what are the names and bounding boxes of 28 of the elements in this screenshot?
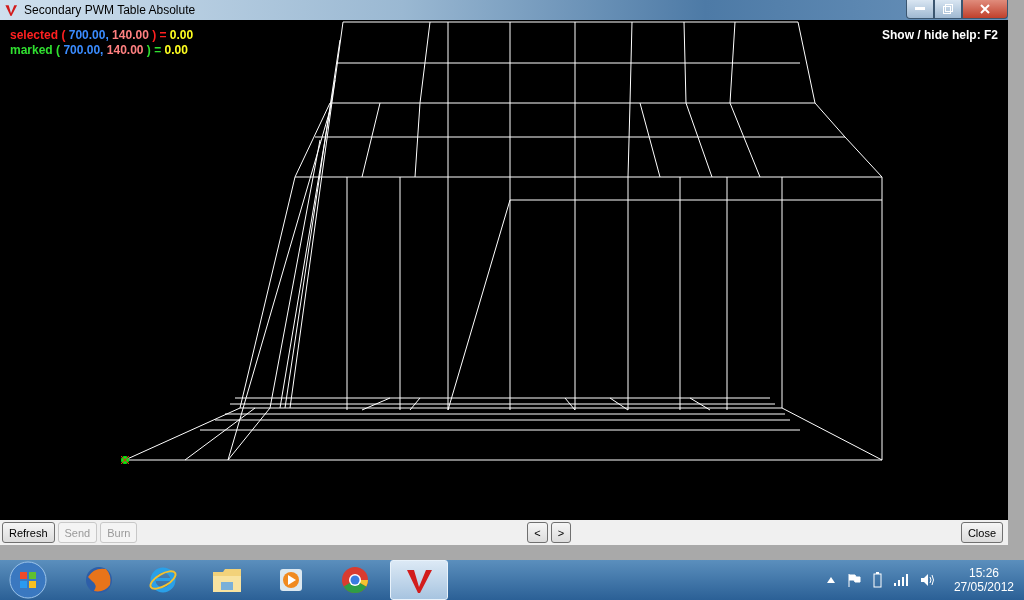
cell-readout: selected ( 700.00, 140.00 ) = 0.00 [10,28,194,42]
e-letter-icon[interactable] [148,565,178,595]
restore-icon [943,4,953,14]
folder-icon[interactable] [211,566,243,594]
toolbar-button[interactable]: Refresh [2,522,55,543]
minimize-button[interactable] [906,0,934,19]
tri-color-circle-icon[interactable] [340,565,370,595]
window-title: Secondary PWM Table Absolute [24,3,196,17]
close-icon [980,4,990,14]
nav-button[interactable]: < [527,522,548,543]
battery-icon[interactable] [872,572,882,588]
taskbar-app-button[interactable] [390,560,448,600]
v-logo-icon [4,3,18,17]
close-dialog-button[interactable]: Close [960,522,1003,543]
caret-icon[interactable] [826,577,835,583]
cell-readout: marked ( 700.00, 140.00 ) = 0.00 [10,43,189,57]
maximize-button[interactable] [934,0,962,19]
marker-icon [120,455,130,465]
flag-icon[interactable] [846,573,861,587]
help-hint: Show / hide help: F2 [882,28,998,42]
signal-icon[interactable] [893,574,908,586]
nav-button[interactable]: > [550,522,572,543]
start-button[interactable] [8,560,48,600]
close-button[interactable] [962,0,1008,19]
speaker-icon[interactable] [919,573,936,587]
clock[interactable]: 15:26 27/05/2012 [953,566,1014,594]
play-icon[interactable] [277,566,305,594]
minimize-icon [915,7,925,11]
